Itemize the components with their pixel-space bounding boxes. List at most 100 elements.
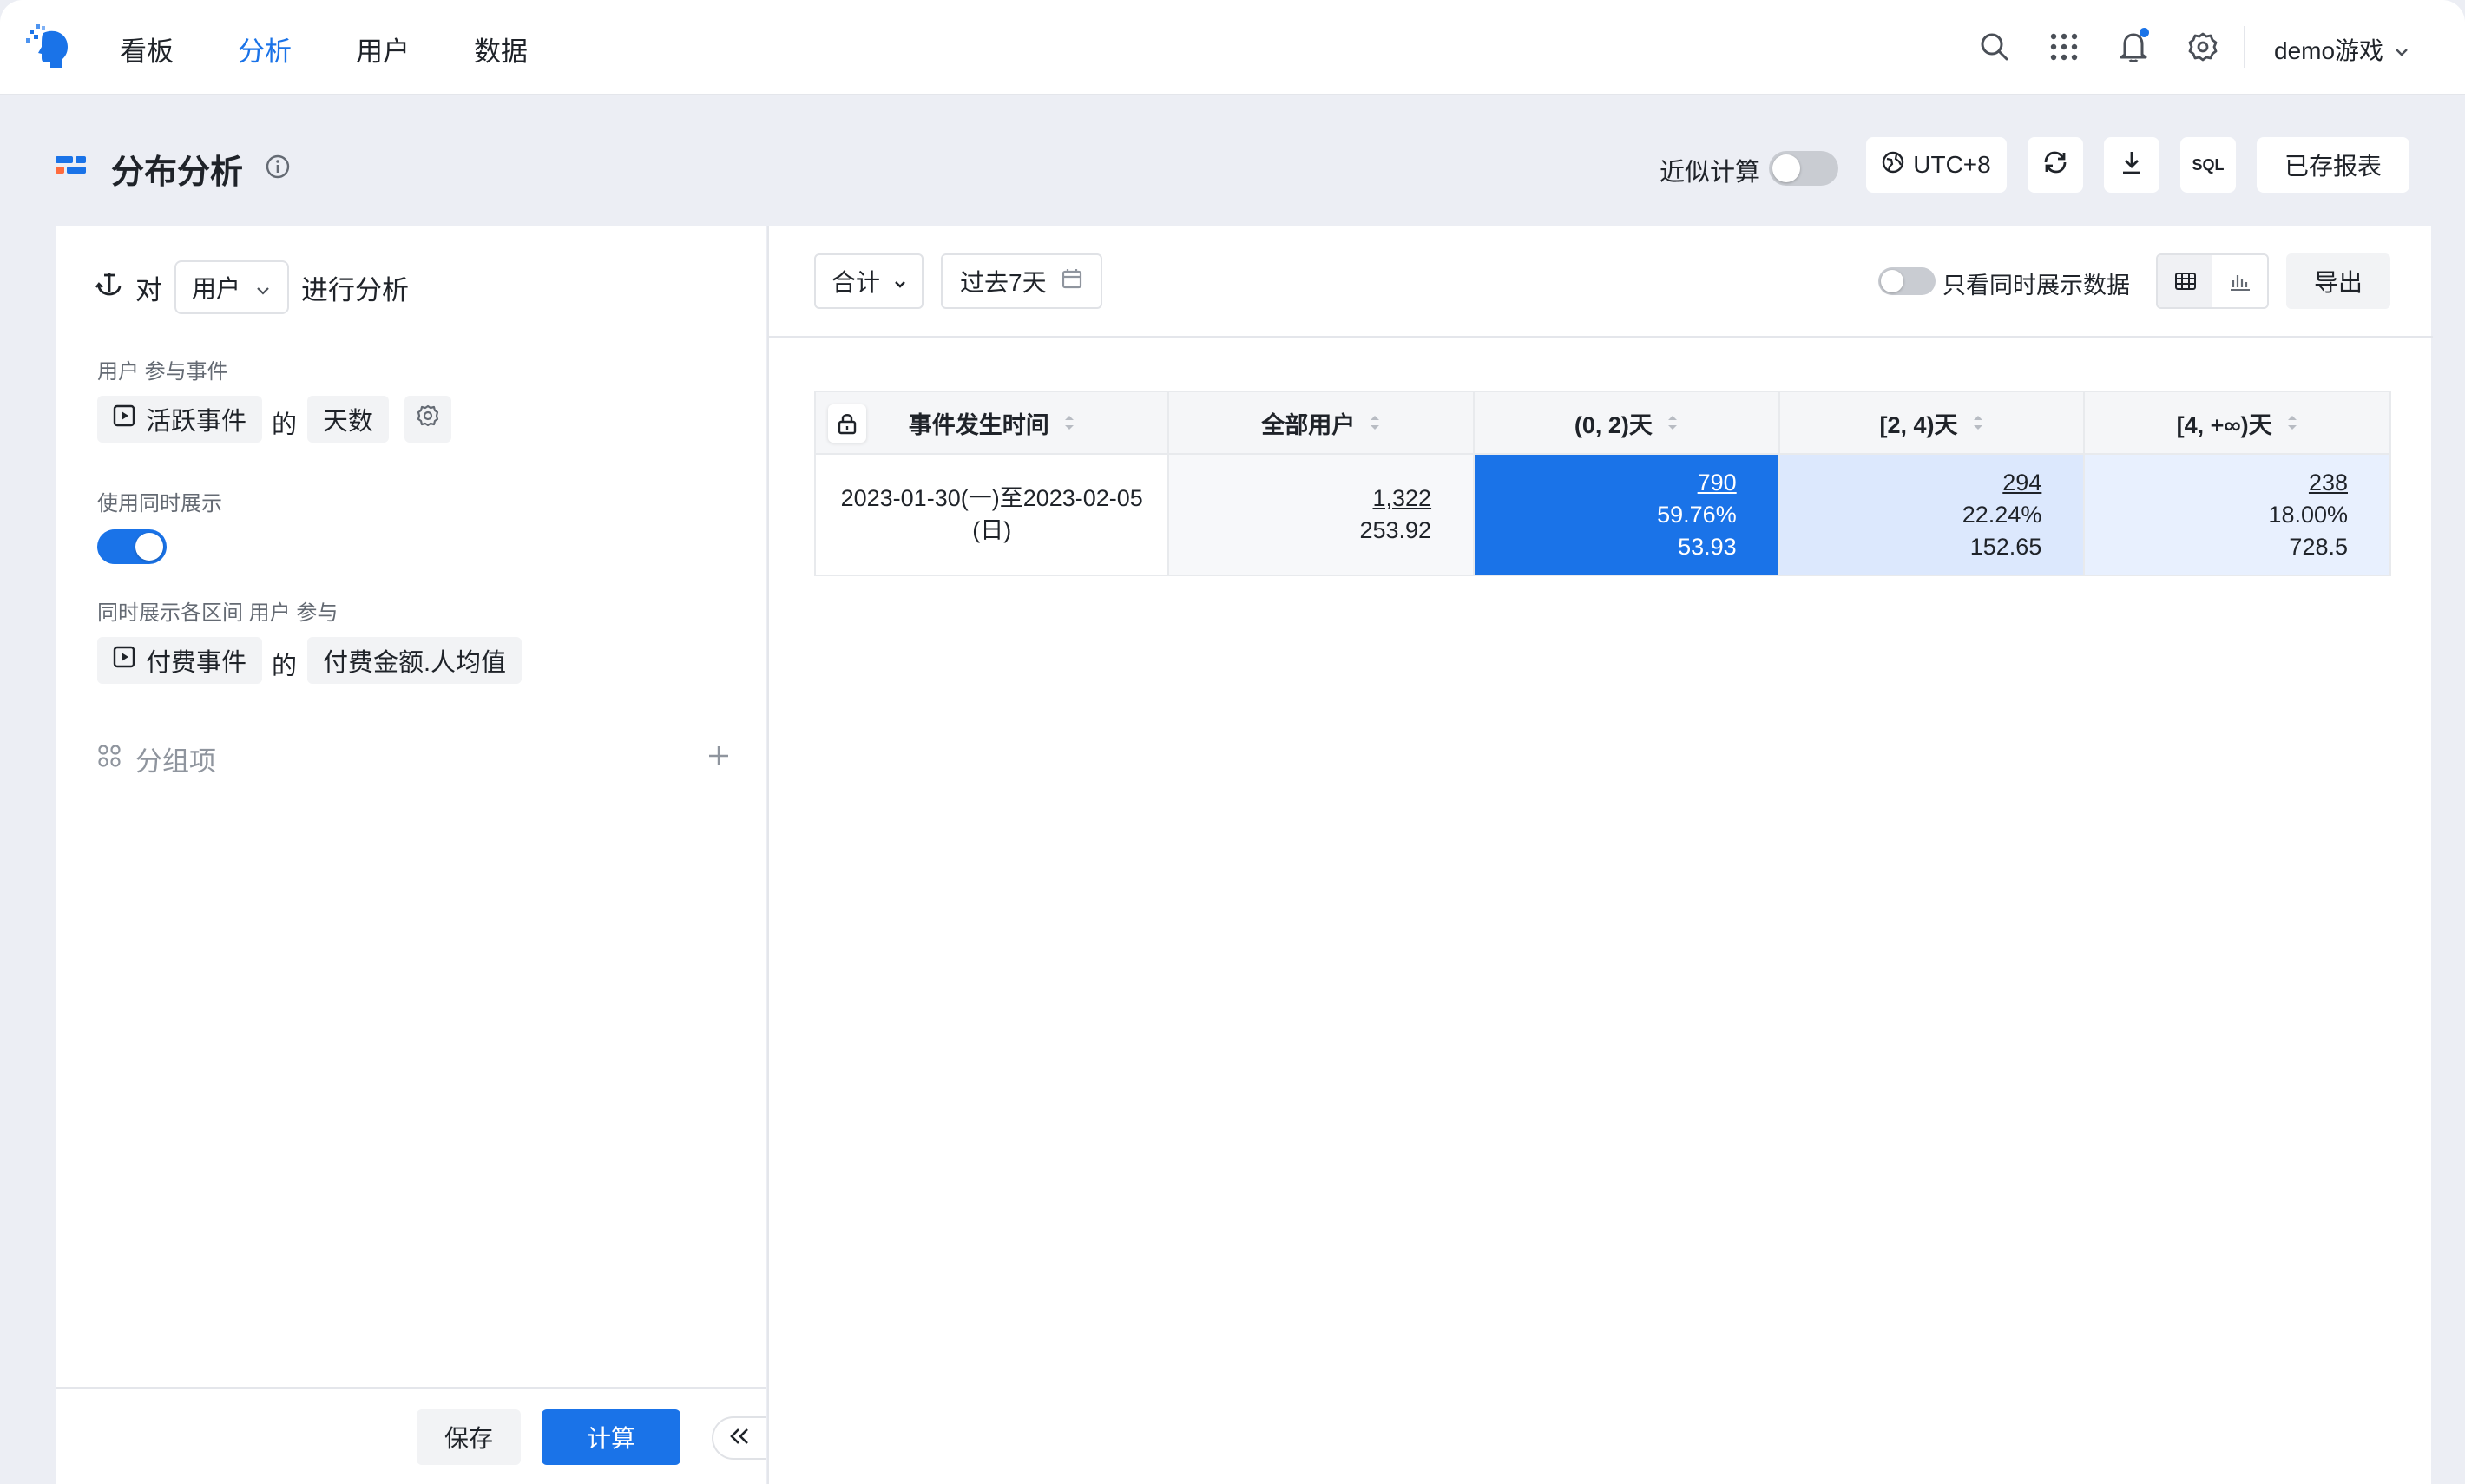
entity-select[interactable]: 用户 xyxy=(174,260,290,314)
search-icon[interactable] xyxy=(1975,28,2014,66)
bell-icon[interactable] xyxy=(2114,28,2153,66)
nav-item-data[interactable]: 数据 xyxy=(474,30,528,69)
collapse-panel-button[interactable] xyxy=(712,1416,766,1460)
group-icon xyxy=(97,744,122,775)
bucket-3-value: 728.5 xyxy=(2289,533,2348,560)
group-label: 分组项 xyxy=(135,746,216,777)
username-label: demo游戏 xyxy=(2274,37,2384,64)
timezone-label: UTC+8 xyxy=(1913,151,1991,178)
bucket-1-value: 53.93 xyxy=(1678,533,1737,560)
header-label: [2, 4)天 xyxy=(1879,411,1958,438)
sql-button[interactable]: SQL xyxy=(2180,137,2236,193)
cell-all-users: 1,322 253.92 xyxy=(1167,453,1476,576)
table-row: 2023-01-30(一)至2023-02-05 (日) 1,322 253.9… xyxy=(813,453,2391,576)
chart-view-icon[interactable] xyxy=(2212,255,2267,307)
calculate-button[interactable]: 计算 xyxy=(542,1409,680,1465)
bucket-2-pct: 22.24% xyxy=(1962,501,2042,528)
header-label: [4, +∞)天 xyxy=(2176,411,2272,438)
toggle-knob xyxy=(135,533,163,561)
table-view-icon[interactable] xyxy=(2158,255,2212,307)
table-header-bucket-1[interactable]: (0, 2)天 xyxy=(1473,391,1780,455)
sort-icon[interactable] xyxy=(1369,413,1381,432)
bucket-3-pct: 18.00% xyxy=(2268,501,2348,528)
sql-icon: SQL xyxy=(2192,155,2225,174)
toggle-knob xyxy=(1772,154,1800,182)
info-icon[interactable] xyxy=(265,154,291,184)
top-nav: 看板 分析 用户 数据 demo游戏 xyxy=(0,0,2465,95)
header-label: (0, 2)天 xyxy=(1574,411,1653,438)
sort-icon[interactable] xyxy=(1972,413,1984,432)
subject-prefix: 对 xyxy=(135,274,162,305)
event-caption: 用户 参与事件 xyxy=(97,360,228,384)
de-text: 的 xyxy=(272,653,298,680)
download-button[interactable] xyxy=(2104,137,2159,193)
pay-metric-chip[interactable]: 付费金额.人均值 xyxy=(307,637,523,684)
event-label: 活跃事件 xyxy=(146,408,247,436)
concurrent-caption: 使用同时展示 xyxy=(97,492,222,515)
cell-bucket-3: 238 18.00% 728.5 xyxy=(2083,453,2391,576)
settings-icon xyxy=(416,404,440,435)
cell-time: 2023-01-30(一)至2023-02-05 (日) xyxy=(813,453,1170,576)
all-users-count-link[interactable]: 1,322 xyxy=(1372,483,1431,515)
nav-item-analysis[interactable]: 分析 xyxy=(238,30,292,69)
time-line-1: 2023-01-30(一)至2023-02-05 xyxy=(840,485,1143,511)
analysis-subject-row: 对 用户 进行分析 xyxy=(95,260,409,314)
subject-suffix: 进行分析 xyxy=(301,274,410,305)
pay-metric-label: 付费金额.人均值 xyxy=(323,649,507,677)
pay-event-label: 付费事件 xyxy=(146,649,247,677)
refresh-icon xyxy=(2042,149,2068,181)
logo-icon[interactable] xyxy=(24,21,76,73)
de-text: 的 xyxy=(272,411,298,439)
only-concurrent-toggle[interactable] xyxy=(1878,267,1936,295)
pay-event-chip[interactable]: 付费事件 xyxy=(97,637,263,684)
save-button[interactable]: 保存 xyxy=(417,1409,521,1465)
table-header-time[interactable]: 事件发生时间 xyxy=(813,391,1170,455)
bucket-1-pct: 59.76% xyxy=(1657,501,1737,528)
table-header-bucket-2[interactable]: [2, 4)天 xyxy=(1778,391,2086,455)
nav-item-dashboard[interactable]: 看板 xyxy=(120,30,174,69)
saved-reports-label: 已存报表 xyxy=(2284,153,2382,180)
sort-icon[interactable] xyxy=(1666,413,1679,432)
all-users-value: 253.92 xyxy=(1359,517,1432,543)
approx-calc-toggle[interactable] xyxy=(1769,151,1838,186)
event-chip[interactable]: 活跃事件 xyxy=(97,396,263,443)
table-header-all-users[interactable]: 全部用户 xyxy=(1167,391,1476,455)
table-header-bucket-3[interactable]: [4, +∞)天 xyxy=(2083,391,2391,455)
sort-icon[interactable] xyxy=(2286,413,2298,432)
export-button[interactable]: 导出 xyxy=(2286,253,2390,309)
result-panel: 合计 过去7天 只看同时展示数据 导出 事件发生时间 全部用户 (0, 2)天 … xyxy=(767,226,2433,1484)
user-menu[interactable]: demo游戏 xyxy=(2274,32,2409,67)
approx-calc-label: 近似计算 xyxy=(1660,159,1761,187)
page-title: 分布分析 xyxy=(111,154,244,191)
bucket-2-count-link[interactable]: 294 xyxy=(2002,467,2041,499)
bucket-1-count-link[interactable]: 790 xyxy=(1698,467,1737,499)
aggregate-select[interactable]: 合计 xyxy=(814,253,924,309)
timezone-button[interactable]: UTC+8 xyxy=(1866,137,2007,193)
plus-icon[interactable] xyxy=(707,744,731,775)
bucket-2-value: 152.65 xyxy=(1969,533,2042,560)
anchor-icon xyxy=(95,270,123,305)
saved-reports-button[interactable]: 已存报表 xyxy=(2257,137,2409,193)
sort-icon[interactable] xyxy=(1063,413,1075,432)
bucket-3-count-link[interactable]: 238 xyxy=(2309,467,2348,499)
group-by-row[interactable]: 分组项 xyxy=(97,739,731,778)
nav-divider xyxy=(2244,26,2245,68)
cell-bucket-2: 294 22.24% 152.65 xyxy=(1778,453,2086,576)
chevron-down-icon xyxy=(894,267,906,295)
refresh-button[interactable] xyxy=(2028,137,2083,193)
metric-settings-button[interactable] xyxy=(404,396,451,443)
result-table: 事件发生时间 全部用户 (0, 2)天 [2, 4)天 [4, +∞)天 202… xyxy=(813,391,2391,576)
concurrent-toggle[interactable] xyxy=(97,529,167,564)
aggregate-label: 合计 xyxy=(832,269,881,296)
distribution-icon xyxy=(56,154,87,183)
date-range-label: 过去7天 xyxy=(960,269,1047,296)
date-range-picker[interactable]: 过去7天 xyxy=(941,253,1102,309)
app-window: 看板 分析 用户 数据 demo游戏 分布分析 近似计算 UTC+8 SQL 已… xyxy=(0,0,2465,1484)
toolbar-divider xyxy=(769,336,2433,338)
gear-icon[interactable] xyxy=(2184,28,2222,66)
lock-icon[interactable] xyxy=(828,404,866,443)
header-label: 事件发生时间 xyxy=(908,411,1049,438)
apps-grid-icon[interactable] xyxy=(2045,28,2083,66)
metric-chip[interactable]: 天数 xyxy=(307,396,390,443)
nav-item-users[interactable]: 用户 xyxy=(356,30,410,69)
